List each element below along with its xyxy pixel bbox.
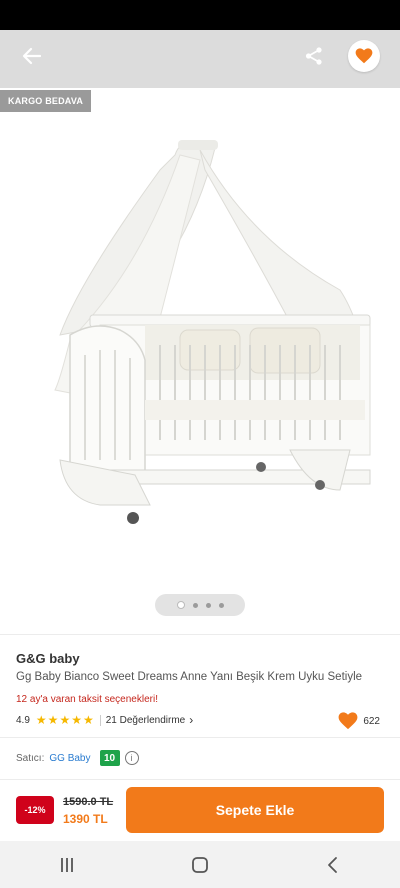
favorite-count: 622 — [363, 715, 380, 727]
divider — [0, 634, 400, 635]
favorite-count-group[interactable]: 622 — [338, 712, 380, 730]
seller-score-badge: 10 — [99, 750, 120, 766]
product-name: Gg Baby Bianco Sweet Dreams Anne Yanı Be… — [16, 671, 363, 683]
arrow-left-icon — [22, 47, 42, 65]
pager-dot-active[interactable] — [176, 601, 185, 609]
pager-dot[interactable] — [205, 602, 211, 608]
pager-dot[interactable] — [192, 602, 198, 608]
current-price: 1390 TL — [63, 812, 108, 826]
recents-button[interactable] — [42, 845, 92, 885]
seller-row: Satıcı: GG Baby 10 i — [16, 749, 139, 767]
system-back-button[interactable] — [308, 845, 358, 885]
star-icon: ★ — [59, 713, 71, 727]
rating-stars: ★ ★ ★ ★ ★ — [36, 714, 94, 726]
seller-name-link[interactable]: GG Baby — [49, 753, 90, 764]
share-button[interactable] — [300, 42, 328, 70]
rating-value: 4.9 — [16, 714, 30, 726]
home-button[interactable] — [175, 845, 225, 885]
divider — [99, 714, 101, 726]
star-icon: ★ — [82, 713, 94, 727]
header-bar — [0, 30, 400, 88]
back-chevron-icon — [328, 856, 338, 873]
heart-icon — [338, 712, 358, 730]
info-icon[interactable]: i — [124, 751, 139, 765]
old-price: 1590.0 TL — [63, 796, 114, 808]
seller-label: Satıcı: — [16, 752, 45, 764]
star-icon: ★ — [35, 713, 47, 727]
home-icon — [192, 856, 208, 873]
divider — [0, 779, 400, 780]
heart-icon — [355, 48, 373, 64]
product-image — [54, 140, 371, 524]
favorite-button[interactable] — [348, 40, 380, 72]
add-to-cart-button[interactable]: Sepete Ekle — [126, 787, 384, 833]
installment-text[interactable]: 12 ay'a varan taksit seçenekleri! — [16, 694, 158, 705]
share-icon — [305, 47, 322, 65]
image-pager[interactable] — [155, 594, 245, 616]
status-bar — [0, 0, 400, 30]
free-shipping-badge: KARGO BEDAVA — [0, 90, 92, 112]
recents-icon — [60, 857, 73, 872]
reviews-link[interactable]: 21 Değerlendirme — [106, 715, 186, 726]
discount-badge: -12% — [16, 796, 54, 824]
pager-dot[interactable] — [218, 602, 224, 608]
rating-row: 4.9 ★ ★ ★ ★ ★ 21 Değerlendirme › 622 — [16, 712, 384, 730]
star-icon: ★ — [71, 713, 82, 727]
system-navigation-bar — [0, 841, 400, 888]
back-button[interactable] — [16, 42, 48, 70]
divider — [0, 737, 400, 738]
product-brand[interactable]: G&G baby — [16, 651, 80, 666]
star-icon: ★ — [47, 713, 59, 727]
chevron-right-icon[interactable]: › — [189, 713, 193, 727]
